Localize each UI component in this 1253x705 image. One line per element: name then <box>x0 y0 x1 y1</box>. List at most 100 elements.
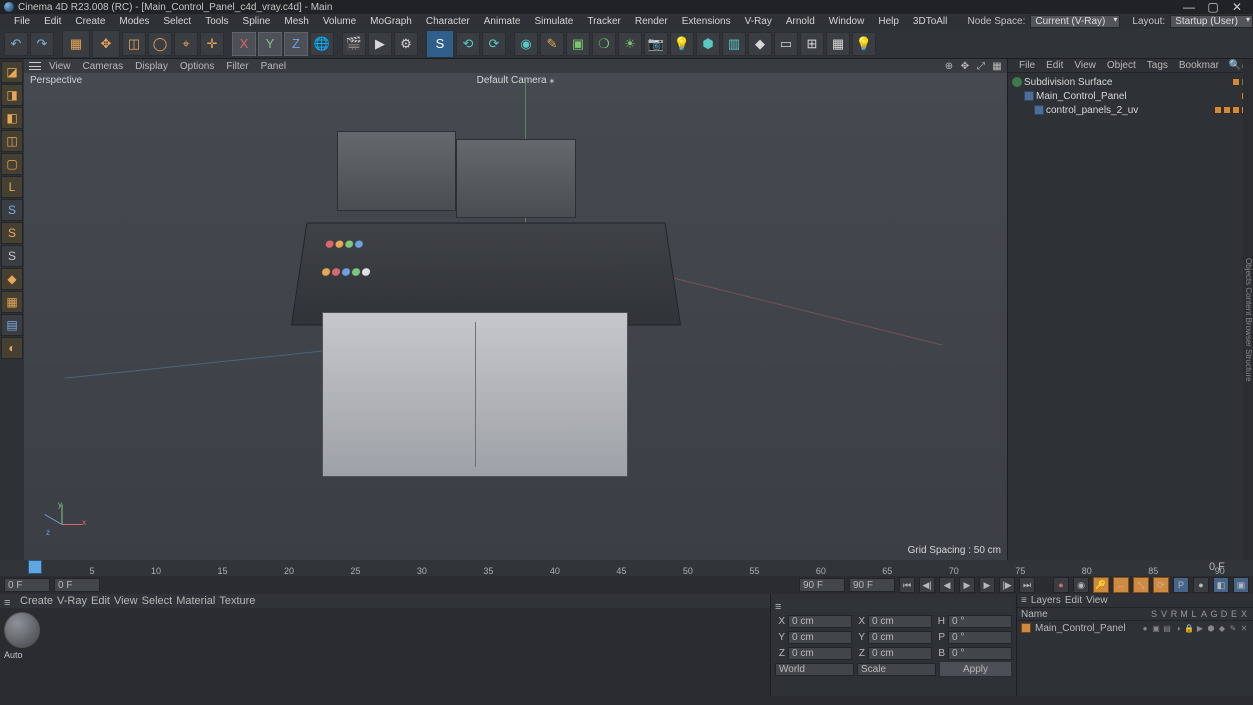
axis-y-toggle[interactable]: Y <box>258 32 282 56</box>
tag-chip-icon[interactable] <box>1232 106 1240 114</box>
size-x-field[interactable]: 0 cm <box>868 615 932 628</box>
viewport-3d[interactable]: Perspective Default Camera ⁎ Grid Spacin… <box>24 73 1007 560</box>
size-y-field[interactable]: 0 cm <box>868 631 932 644</box>
material-menu-texture[interactable]: Texture <box>219 595 255 607</box>
menu-mesh[interactable]: Mesh <box>278 16 314 27</box>
arnold-b-button[interactable]: ⟳ <box>482 32 506 56</box>
window-minimize-button[interactable]: — <box>1177 0 1201 14</box>
poly-mode-icon[interactable]: S <box>1 245 23 267</box>
coord-apply-button[interactable]: Apply <box>939 661 1012 677</box>
prev-key-button[interactable]: ◀| <box>919 577 935 593</box>
menu-create[interactable]: Create <box>69 16 111 27</box>
render-settings-button[interactable]: ⚙ <box>394 32 418 56</box>
primitive-button[interactable]: ◉ <box>514 32 538 56</box>
key-param-c-button[interactable]: ▣ <box>1233 577 1249 593</box>
move-tool-button[interactable]: ✥ <box>92 30 120 58</box>
layer-flag-icon[interactable]: ✎ <box>1228 623 1238 633</box>
pos-z-field[interactable]: 0 cm <box>788 647 852 660</box>
toggle-a-icon[interactable]: ◆ <box>1 268 23 290</box>
layer-flag-icon[interactable]: ◆ <box>1217 623 1227 633</box>
layer-flag-icon[interactable]: ⬢ <box>1206 623 1216 633</box>
menu-help[interactable]: Help <box>872 16 905 27</box>
coord-system-button[interactable]: 🌐 <box>310 32 334 56</box>
objects-menu-tags[interactable]: Tags <box>1143 60 1172 71</box>
material-menu-create[interactable]: Create <box>20 595 53 607</box>
vray-render-button[interactable]: S <box>426 30 454 58</box>
layer-flag-icon[interactable]: ▣ <box>1151 623 1161 633</box>
redo-button[interactable]: ↷ <box>30 32 54 56</box>
size-z-field[interactable]: 0 cm <box>868 647 932 660</box>
material-menu-material[interactable]: Material <box>176 595 215 607</box>
object-row-main[interactable]: Main_Control_Panel <box>1036 91 1239 102</box>
menu-tracker[interactable]: Tracker <box>581 16 627 27</box>
toggle-d-icon[interactable]: ◐ <box>1 337 23 359</box>
material-menu-select[interactable]: Select <box>142 595 173 607</box>
vp-menu-options[interactable]: Options <box>175 61 219 72</box>
record-button[interactable]: ● <box>1053 577 1069 593</box>
menu-simulate[interactable]: Simulate <box>528 16 579 27</box>
range-start-a-field[interactable]: 0 F <box>4 578 50 592</box>
undo-button[interactable]: ↶ <box>4 32 28 56</box>
range-end-a-field[interactable]: 90 F <box>799 578 845 592</box>
material-hamburger-icon[interactable]: ≡ <box>4 597 16 606</box>
layout-select[interactable]: Startup (User) <box>1170 15 1253 28</box>
pos-x-field[interactable]: 0 cm <box>788 615 852 628</box>
go-start-button[interactable]: ⏮ <box>899 577 915 593</box>
menu-spline[interactable]: Spline <box>237 16 277 27</box>
key-sel-button[interactable]: 🔑 <box>1093 577 1109 593</box>
mograph-button[interactable]: ⬢ <box>696 32 720 56</box>
key-pos-button[interactable]: ↔ <box>1113 577 1129 593</box>
object-manager-tree[interactable]: Subdivision Surface Main_Control_Panel c… <box>1008 73 1253 560</box>
menu-tools[interactable]: Tools <box>199 16 234 27</box>
menu-3dtoall[interactable]: 3DToAll <box>907 16 953 27</box>
material-menu-edit[interactable]: Edit <box>91 595 110 607</box>
axis-mode-icon[interactable]: L <box>1 176 23 198</box>
menu-animate[interactable]: Animate <box>478 16 527 27</box>
tag-chip-icon[interactable] <box>1223 106 1231 114</box>
camera-button[interactable]: 📷 <box>644 32 668 56</box>
material-manager[interactable]: Auto <box>0 608 770 705</box>
symmetry-button[interactable]: ▭ <box>774 32 798 56</box>
layer-flag-icon[interactable]: ✕ <box>1239 623 1249 633</box>
range-start-b-field[interactable]: 0 F <box>54 578 100 592</box>
menu-file[interactable]: File <box>8 16 36 27</box>
node-space-select[interactable]: Current (V-Ray) <box>1030 15 1120 28</box>
objects-menu-file[interactable]: File <box>1015 60 1039 71</box>
vp-menu-filter[interactable]: Filter <box>221 61 253 72</box>
layers-menu-layers[interactable]: Layers <box>1031 595 1061 606</box>
vp-menu-view[interactable]: View <box>44 61 76 72</box>
rot-b-field[interactable]: 0 ° <box>948 647 1012 660</box>
viewport-lights-button[interactable]: 💡 <box>852 32 876 56</box>
menu-window[interactable]: Window <box>823 16 871 27</box>
coord-hamburger-icon[interactable]: ≡ <box>775 601 787 610</box>
scale-tool-button[interactable]: ◫ <box>122 32 146 56</box>
light-button[interactable]: 💡 <box>670 32 694 56</box>
menu-volume[interactable]: Volume <box>317 16 362 27</box>
menu-select[interactable]: Select <box>157 16 197 27</box>
object-mode-icon[interactable]: ▢ <box>1 153 23 175</box>
layer-row-name[interactable]: Main_Control_Panel <box>1035 623 1139 634</box>
rot-h-field[interactable]: 0 ° <box>948 615 1012 628</box>
layer-flag-icon[interactable]: ● <box>1140 623 1150 633</box>
coord-mode-b-select[interactable]: Scale <box>857 663 936 676</box>
last-tool-button[interactable]: ⌖ <box>174 32 198 56</box>
material-menu-vray[interactable]: V-Ray <box>57 595 87 607</box>
scene-object[interactable] <box>299 131 673 491</box>
layer-chip-icon[interactable] <box>1232 78 1240 86</box>
menu-modes[interactable]: Modes <box>113 16 155 27</box>
timeline-ruler[interactable]: 0 5 10 15 20 25 30 35 40 45 50 55 60 65 … <box>0 560 1253 576</box>
deformer-button[interactable]: ❍ <box>592 32 616 56</box>
right-dock-tabs[interactable]: Objects Content Browser Structure <box>1243 59 1253 560</box>
menu-arnold[interactable]: Arnold <box>780 16 821 27</box>
layer-flag-icon[interactable]: ▤ <box>1162 623 1172 633</box>
current-frame-field[interactable]: 0 F <box>1209 561 1249 573</box>
window-maximize-button[interactable]: ▢ <box>1201 0 1225 14</box>
render-view-button[interactable]: 🎬 <box>342 32 366 56</box>
arnold-a-button[interactable]: ⟲ <box>456 32 480 56</box>
play-button[interactable]: ▶ <box>959 577 975 593</box>
point-mode-icon[interactable]: S <box>1 199 23 221</box>
vp-menu-display[interactable]: Display <box>130 61 173 72</box>
texture-mode-icon[interactable]: ◧ <box>1 107 23 129</box>
rotate-tool-button[interactable]: ◯ <box>148 32 172 56</box>
viewport-hamburger-icon[interactable] <box>28 61 42 71</box>
